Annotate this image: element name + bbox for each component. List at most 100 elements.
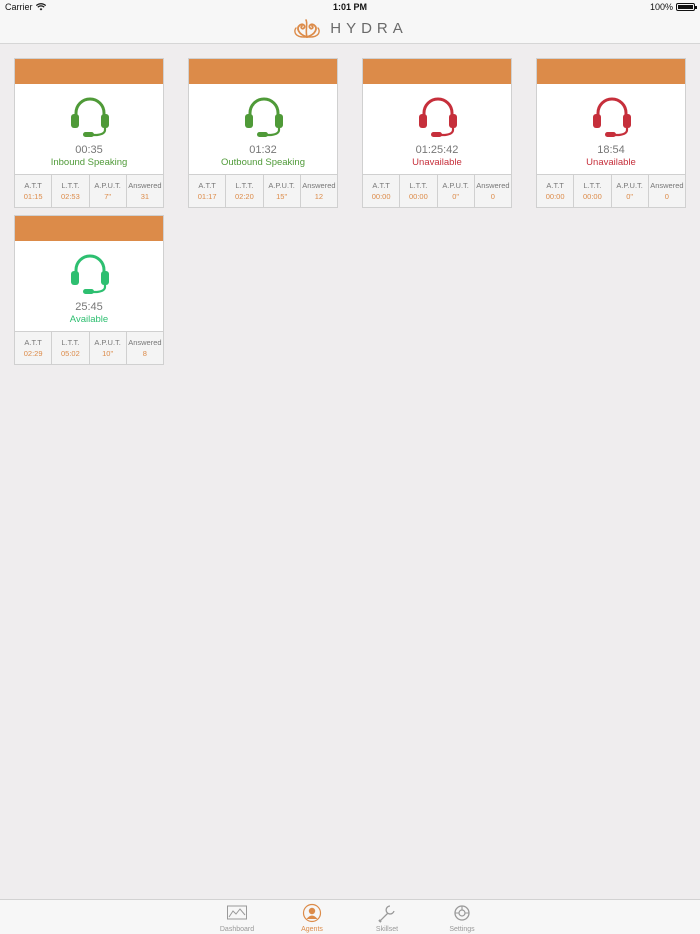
stat-aput-label: A.P.U.T. — [268, 181, 295, 190]
tab-settings[interactable]: Settings — [432, 903, 492, 933]
stat-ltt-value: 02:20 — [234, 192, 254, 201]
stat-att-value: 00:00 — [371, 192, 391, 201]
battery-icon — [676, 3, 697, 11]
headset-icon — [593, 97, 631, 137]
stat-answered-value: 12 — [314, 192, 324, 201]
agent-card[interactable]: 01:25:42 Unavailable A.T.T 00:00 L.T.T. … — [362, 58, 512, 208]
tab-agents-label: Agents — [301, 926, 323, 933]
stat-ltt-label: L.T.T. — [61, 338, 80, 347]
stat-answered: Answered 12 — [301, 175, 337, 207]
agent-stats: A.T.T 01:15 L.T.T. 02:53 A.P.U.T. 7" Ans… — [15, 174, 163, 207]
battery-info: 100% — [649, 2, 697, 12]
stat-att-value: 00:00 — [545, 192, 565, 201]
agent-card-header — [15, 59, 163, 84]
stat-ltt: L.T.T. 02:20 — [226, 175, 264, 207]
tab-skillset-label: Skillset — [375, 926, 399, 933]
stat-answered-value: 8 — [142, 349, 147, 358]
stat-answered-label: Answered — [128, 181, 162, 190]
agent-status: Unavailable — [412, 157, 462, 168]
tab-bar: Dashboard Agents Skillset Settings — [0, 899, 700, 934]
hydra-logo-icon — [294, 18, 321, 38]
chart-icon — [227, 905, 247, 920]
agent-card[interactable]: 00:35 Inbound Speaking A.T.T 01:15 L.T.T… — [14, 58, 164, 208]
stat-answered: Answered 0 — [649, 175, 685, 207]
stat-att: A.T.T 00:00 — [537, 175, 575, 207]
tab-skillset[interactable]: Skillset — [357, 903, 417, 933]
agent-status: Available — [69, 314, 109, 325]
stat-answered: Answered 31 — [127, 175, 163, 207]
agent-timer: 01:32 — [249, 144, 277, 156]
tab-settings-label: Settings — [449, 926, 475, 933]
headset-icon — [71, 254, 109, 294]
stat-ltt: L.T.T. 02:53 — [52, 175, 90, 207]
stat-answered: Answered 0 — [475, 175, 511, 207]
stat-aput-label: A.P.U.T. — [616, 181, 643, 190]
stat-aput-value: 7" — [104, 192, 112, 201]
stat-att-value: 01:17 — [197, 192, 217, 201]
stat-att-label: A.T.T — [372, 181, 390, 190]
agent-card-body: 01:25:42 Unavailable — [363, 84, 511, 176]
stat-ltt: L.T.T. 00:00 — [574, 175, 612, 207]
agent-icon — [302, 903, 322, 923]
stat-aput-label: A.P.U.T. — [94, 338, 121, 347]
stat-aput: A.P.U.T. 10" — [90, 332, 127, 364]
agent-card-header — [363, 59, 511, 84]
headset-icon — [419, 97, 457, 137]
agent-card-body: 01:32 Outbound Speaking — [189, 84, 337, 176]
agent-status: Inbound Speaking — [50, 157, 128, 168]
agent-stats: A.T.T 02:29 L.T.T. 05:02 A.P.U.T. 10" An… — [15, 331, 163, 364]
agent-card-header — [189, 59, 337, 84]
stat-answered-label: Answered — [476, 181, 510, 190]
stat-aput: A.P.U.T. 15" — [264, 175, 301, 207]
stat-ltt-label: L.T.T. — [409, 181, 428, 190]
wrench-icon — [378, 905, 395, 923]
agent-card[interactable]: 25:45 Available A.T.T 02:29 L.T.T. 05:02… — [14, 215, 164, 365]
stat-answered-value: 0 — [664, 192, 669, 201]
agent-card-body: 18:54 Unavailable — [537, 84, 685, 176]
agent-timer: 18:54 — [597, 144, 625, 156]
stat-ltt-value: 00:00 — [408, 192, 428, 201]
stat-att-label: A.T.T — [198, 181, 216, 190]
agent-timer: 25:45 — [75, 301, 103, 313]
stat-aput-label: A.P.U.T. — [442, 181, 469, 190]
agent-stats: A.T.T 01:17 L.T.T. 02:20 A.P.U.T. 15" An… — [189, 174, 337, 207]
stat-answered-label: Answered — [302, 181, 336, 190]
stat-att: A.T.T 00:00 — [363, 175, 401, 207]
stat-ltt-label: L.T.T. — [61, 181, 80, 190]
stat-aput: A.P.U.T. 0" — [612, 175, 649, 207]
agent-status: Outbound Speaking — [221, 157, 305, 168]
stat-aput-value: 0" — [626, 192, 634, 201]
stat-aput-value: 0" — [452, 192, 460, 201]
stat-answered-label: Answered — [650, 181, 684, 190]
stat-answered-value: 31 — [140, 192, 150, 201]
stat-att: A.T.T 02:29 — [15, 332, 53, 364]
stat-ltt-value: 02:53 — [60, 192, 80, 201]
tab-agents[interactable]: Agents — [282, 903, 342, 933]
agent-card[interactable]: 01:32 Outbound Speaking A.T.T 01:17 L.T.… — [188, 58, 338, 208]
stat-ltt-value: 05:02 — [60, 349, 80, 358]
stat-att: A.T.T 01:17 — [189, 175, 227, 207]
stat-ltt: L.T.T. 00:00 — [400, 175, 438, 207]
stat-ltt: L.T.T. 05:02 — [52, 332, 90, 364]
stat-aput: A.P.U.T. 7" — [90, 175, 127, 207]
agent-card-body: 00:35 Inbound Speaking — [15, 84, 163, 176]
tab-dashboard-label: Dashboard — [219, 926, 255, 933]
stat-aput-label: A.P.U.T. — [94, 181, 121, 190]
tab-dashboard[interactable]: Dashboard — [207, 903, 267, 933]
stat-answered: Answered 8 — [127, 332, 163, 364]
stat-att-value: 01:15 — [23, 192, 43, 201]
agent-stats: A.T.T 00:00 L.T.T. 00:00 A.P.U.T. 0" Ans… — [537, 174, 685, 207]
agent-stats: A.T.T 00:00 L.T.T. 00:00 A.P.U.T. 0" Ans… — [363, 174, 511, 207]
battery-percent: 100% — [649, 2, 673, 12]
agent-card-header — [15, 216, 163, 241]
stat-ltt-label: L.T.T. — [583, 181, 602, 190]
clock: 1:01 PM — [332, 2, 367, 12]
headset-icon — [245, 97, 283, 137]
stat-att-label: A.T.T — [24, 338, 42, 347]
stat-att-label: A.T.T — [546, 181, 564, 190]
stat-aput-value: 10" — [102, 349, 114, 358]
status-bar: Carrier 1:01 PM 100% — [0, 0, 700, 14]
gear-icon — [454, 905, 470, 921]
agent-card[interactable]: 18:54 Unavailable A.T.T 00:00 L.T.T. 00:… — [536, 58, 686, 208]
agent-card-body: 25:45 Available — [15, 241, 163, 333]
